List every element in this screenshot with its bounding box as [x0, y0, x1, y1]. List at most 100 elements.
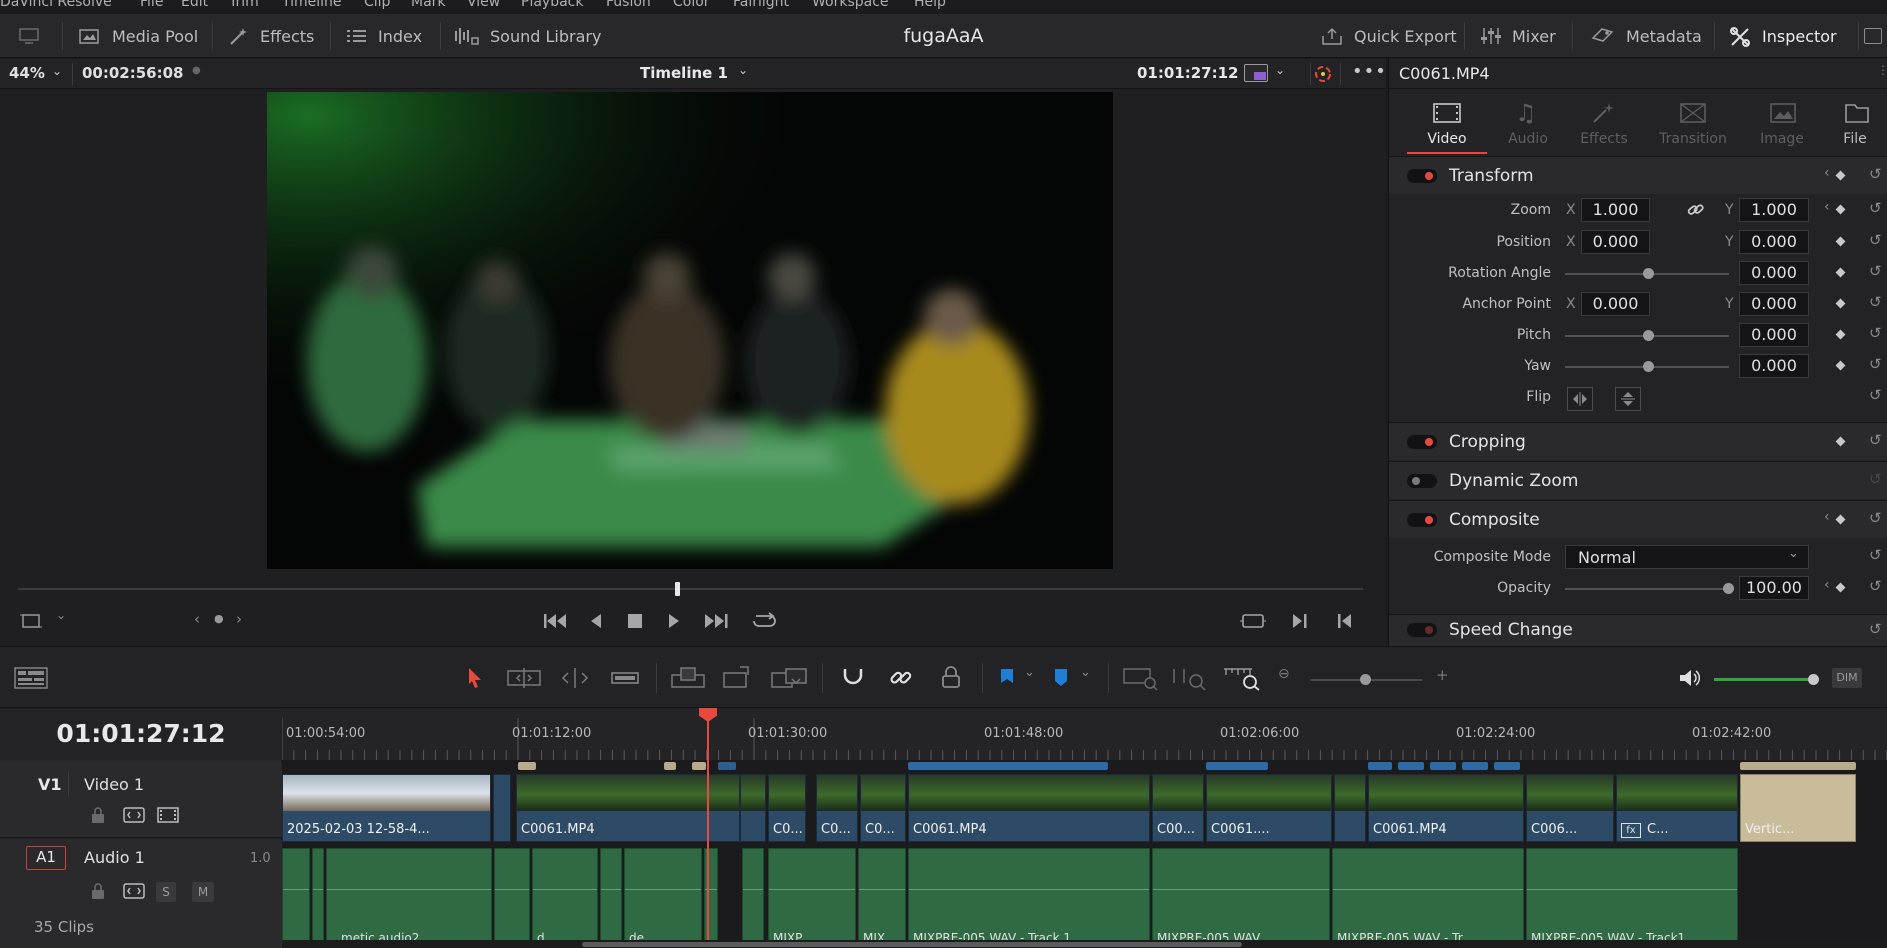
clip-marker[interactable] [692, 762, 706, 770]
next-edit-icon[interactable] [1291, 612, 1309, 630]
reset-icon[interactable]: ↺ [1869, 386, 1882, 404]
reset-icon[interactable]: ↺ [1869, 431, 1882, 449]
media-pool-button[interactable]: Media Pool [78, 14, 198, 58]
audio-clip[interactable]: de [624, 848, 702, 948]
opacity-slider[interactable] [1565, 588, 1729, 590]
audio-clip[interactable]: MIX [858, 848, 906, 948]
replace-clip-icon[interactable] [770, 665, 808, 691]
audio-clip[interactable]: MIXPRE-005.WAV - Track 1 [908, 848, 1150, 948]
reset-icon[interactable]: ↺ [1869, 620, 1882, 638]
audio-clip[interactable]: metic audio2 [326, 848, 492, 948]
reset-icon[interactable]: ↺ [1869, 577, 1882, 595]
proxy-icon[interactable] [1244, 64, 1268, 82]
speaker-icon[interactable] [1678, 667, 1702, 689]
quick-export-button[interactable]: Quick Export [1320, 14, 1457, 58]
index-button[interactable]: Index [346, 14, 422, 58]
full-extent-zoom-icon[interactable] [1122, 665, 1158, 691]
zoom-y-input[interactable]: 1.000 [1739, 198, 1809, 222]
audio-track-id[interactable]: A1 [26, 846, 66, 870]
chevron-left-icon[interactable]: ‹ [1824, 509, 1830, 525]
clip-marker[interactable] [1462, 762, 1488, 770]
chevron-down-icon[interactable]: ⌄ [738, 63, 748, 77]
crop-frame-icon[interactable] [20, 612, 42, 630]
keyframe-icon[interactable] [1835, 582, 1846, 593]
dynamic-trim-icon[interactable] [558, 667, 592, 689]
menu-trim[interactable]: Trim [229, 0, 259, 10]
play-icon[interactable] [666, 612, 682, 630]
volume-slider[interactable] [1714, 678, 1814, 681]
custom-zoom-icon[interactable] [1222, 665, 1262, 691]
clip-marker[interactable] [908, 762, 1108, 770]
dynamic-zoom-toggle[interactable] [1407, 474, 1437, 488]
chevron-down-icon[interactable]: ⌄ [1024, 665, 1035, 680]
video-clip[interactable]: 2025-02-03 12-58-4... [282, 774, 491, 842]
keyframe-icon[interactable] [1835, 204, 1846, 215]
cropping-toggle[interactable] [1407, 435, 1437, 449]
mixer-button[interactable]: Mixer [1480, 14, 1556, 58]
menu-playback[interactable]: Playback [521, 0, 583, 10]
linked-selection-icon[interactable] [888, 665, 914, 691]
composite-section-header[interactable]: Composite ‹ ↺ [1389, 500, 1887, 538]
menu-edit[interactable]: Edit [181, 0, 208, 10]
auto-select-icon[interactable] [122, 806, 146, 824]
tab-transition[interactable]: Transition [1645, 99, 1741, 153]
next-keyframe-icon[interactable]: › [236, 610, 242, 628]
previous-edit-icon[interactable] [1336, 612, 1354, 630]
scrubber-handle[interactable] [675, 582, 681, 596]
marker-icon[interactable] [1052, 667, 1070, 689]
menu-fusion[interactable]: Fusion [606, 0, 651, 10]
sound-library-button[interactable]: Sound Library [454, 14, 601, 58]
detail-zoom-icon[interactable] [1172, 665, 1208, 691]
yaw-input[interactable]: 0.000 [1739, 354, 1809, 378]
menu-workspace[interactable]: Workspace [812, 0, 889, 10]
mute-button[interactable]: M [192, 882, 214, 902]
metadata-button[interactable]: Metadata [1590, 14, 1702, 58]
speed-change-section-header[interactable]: Speed Change ↺ [1389, 614, 1887, 646]
zoom-in-icon[interactable]: + [1436, 666, 1449, 684]
selection-pointer-icon[interactable] [466, 666, 484, 690]
video-clip[interactable]: C0... [768, 774, 806, 842]
trim-edit-icon[interactable] [506, 667, 542, 689]
go-to-start-icon[interactable] [542, 612, 568, 630]
video-clip[interactable]: C0061.MP4 [908, 774, 1150, 842]
audio-track-name[interactable]: Audio 1 [84, 848, 145, 867]
chevron-down-icon[interactable]: ⌄ [1080, 665, 1091, 680]
loop-icon[interactable] [750, 611, 778, 631]
video-clip[interactable]: C00... [1152, 774, 1204, 842]
keyframe-icon[interactable] [1835, 360, 1846, 371]
transform-section-header[interactable]: Transform ‹ ↺ [1389, 156, 1887, 194]
flag-icon[interactable] [998, 667, 1016, 689]
timeline-ruler[interactable]: 01:00:54:00 01:01:12:00 01:01:30:00 01:0… [282, 708, 1887, 760]
position-lock-icon[interactable] [938, 665, 964, 691]
clip-marker[interactable] [718, 762, 736, 770]
menu-file[interactable]: File [140, 0, 163, 10]
previous-keyframe-icon[interactable]: ‹ [194, 610, 200, 628]
video-clip[interactable] [1334, 774, 1366, 842]
video-clip[interactable]: C0061.MP4 [1368, 774, 1524, 842]
pitch-slider-knob[interactable] [1643, 330, 1654, 341]
scrollbar-thumb[interactable] [582, 942, 1242, 947]
clip-marker[interactable] [664, 762, 676, 770]
keyframe-icon[interactable] [1835, 236, 1846, 247]
reset-icon[interactable]: ↺ [1869, 470, 1882, 488]
timeline-scrollbar[interactable] [282, 940, 1887, 948]
reset-icon[interactable]: ↺ [1869, 509, 1882, 527]
chevron-down-icon[interactable]: ⌄ [56, 608, 66, 622]
more-icon[interactable]: ⋮ [1877, 63, 1887, 77]
clip-marker[interactable] [1430, 762, 1456, 770]
cropping-section-header[interactable]: Cropping ↺ [1389, 422, 1887, 460]
chevron-left-icon[interactable]: ‹ [1824, 199, 1830, 215]
chevron-left-icon[interactable]: ‹ [1824, 577, 1830, 593]
zoom-out-icon[interactable]: ⊖ [1278, 666, 1290, 682]
fullscreen-toggle-icon[interactable] [1864, 28, 1882, 44]
keyframe-icon[interactable] [1835, 436, 1846, 447]
disable-video-track-icon[interactable] [156, 806, 180, 824]
reset-icon[interactable]: ↺ [1869, 293, 1882, 311]
audio-clip[interactable] [312, 848, 324, 948]
audio-clip[interactable]: MIXPRE-005.WAV [1152, 848, 1330, 948]
pitch-input[interactable]: 0.000 [1739, 323, 1809, 347]
video-track-name[interactable]: Video 1 [84, 775, 144, 794]
position-x-input[interactable]: 0.000 [1581, 230, 1650, 254]
composite-toggle[interactable] [1407, 513, 1437, 527]
menu-fairlight[interactable]: Fairlight [733, 0, 789, 10]
